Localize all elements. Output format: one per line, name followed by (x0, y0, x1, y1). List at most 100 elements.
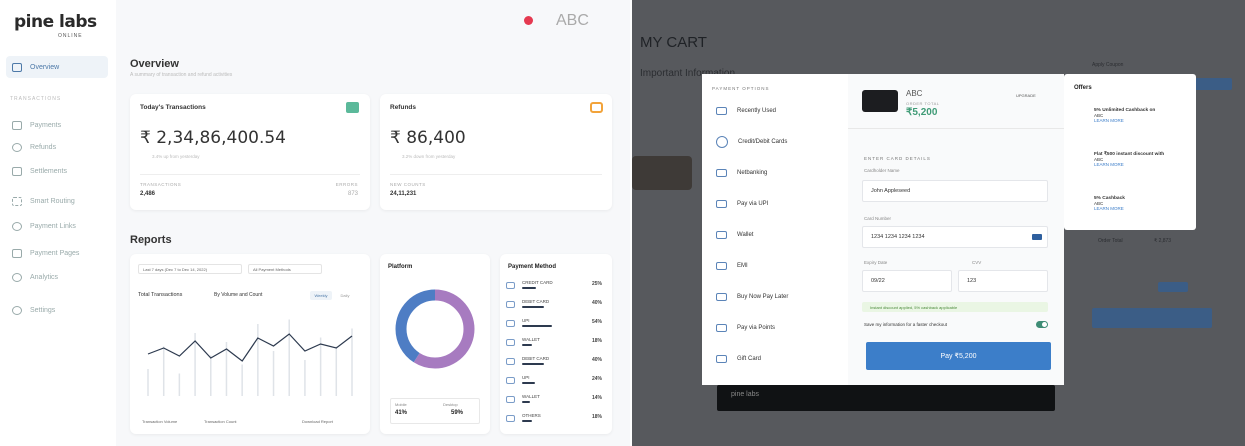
weekly-toggle[interactable]: Weekly (310, 291, 332, 300)
payment-option-item[interactable]: Recently Used (702, 96, 848, 126)
payment-method-percent: 25% (591, 281, 602, 287)
transactions-icon (346, 102, 359, 113)
sidebar-item-payment-links[interactable]: Payment Links (6, 215, 108, 237)
expiry-label: Expiry Date (864, 260, 888, 265)
payment-method-row: DEBIT CARD 40% (506, 299, 602, 315)
offer-learn-more-link[interactable]: LEARN MORE (1094, 118, 1124, 123)
payment-option-item[interactable]: EMI (702, 251, 848, 281)
payment-method-name: UPI (522, 375, 530, 380)
payment-method-row: CREDIT CARD 25% (506, 280, 602, 296)
payment-method-bar (522, 306, 545, 308)
payment-option-item[interactable]: Credit/Debit Cards (702, 127, 848, 157)
order-total-label: ORDER TOTAL (906, 101, 940, 106)
brand-tagline: ONLINE (58, 33, 83, 39)
clock-icon (716, 107, 727, 115)
cart-title: MY CART (640, 34, 707, 51)
payment-method-bar (522, 382, 536, 384)
divider (848, 128, 1064, 129)
today-note: 3.4% up from yesterday (152, 154, 200, 159)
refresh-icon (12, 142, 22, 152)
cvv-label: CVV (972, 260, 982, 265)
sidebar-item-refunds[interactable]: Refunds (6, 136, 108, 158)
gift-icon (716, 355, 727, 363)
payment-option-item[interactable]: Netbanking (702, 158, 848, 188)
payment-method-bar (522, 287, 536, 289)
date-range-select[interactable]: Last 7 days (Dec 7 to Dec 14, 2022) (138, 264, 242, 274)
offer-learn-more-link[interactable]: LEARN MORE (1094, 206, 1124, 211)
payment-option-item[interactable]: Wallet (702, 220, 848, 250)
card-number-input[interactable]: 1234 1234 1234 1234 (862, 226, 1048, 248)
sidebar-item-settlements[interactable]: Settlements (6, 160, 108, 182)
card-title: Refunds (390, 104, 416, 111)
payment-option-item[interactable]: Pay via UPI (702, 189, 848, 219)
transactions-chart-card: Last 7 days (Dec 7 to Dec 14, 2022) All … (130, 254, 370, 434)
upgrade-badge[interactable]: UPGRADE (1016, 93, 1036, 98)
sidebar-item-smart-routing[interactable]: Smart Routing (6, 190, 108, 212)
bg-apply-coupon: Apply Coupon (1092, 62, 1124, 68)
offer-applied-note: Instant discount applied, 5% cashback ap… (862, 302, 1048, 312)
sidebar-item-label: Payment Links (30, 222, 76, 230)
payment-method-name: DEBIT CARD (522, 356, 550, 361)
metric-select[interactable]: By Volume and Count (214, 292, 262, 298)
payment-method-icon (506, 396, 515, 403)
payment-options-panel: PAYMENT OPTIONS Recently Used Credit/Debi… (702, 74, 848, 385)
sidebar-item-payment-pages[interactable]: Payment Pages (6, 242, 108, 264)
offer-learn-more-link[interactable]: LEARN MORE (1094, 162, 1124, 167)
cardholder-name-label: Cardholder Name (864, 168, 900, 173)
payment-option-label: Pay via UPI (737, 201, 769, 207)
pay-button[interactable]: Pay ₹5,200 (866, 342, 1051, 370)
payment-method-bar (522, 401, 530, 403)
payment-option-item[interactable]: Pay via Points (702, 313, 848, 343)
overview-title: Overview (130, 58, 179, 70)
payment-option-item[interactable]: Buy Now Pay Later (702, 282, 848, 312)
payment-option-item[interactable]: Gift Card (702, 344, 848, 374)
notification-icon[interactable] (524, 16, 533, 25)
link-icon (12, 221, 22, 231)
payment-option-label: Recently Used (737, 108, 777, 114)
cardholder-name-input[interactable]: John Appleseed (862, 180, 1048, 202)
bank-icon (716, 169, 727, 177)
order-total-amount: ₹5,200 (906, 107, 938, 118)
platform-label-desktop: Desktop (443, 402, 458, 407)
download-report-link[interactable]: Download Report (302, 419, 333, 424)
sidebar-item-payments[interactable]: Payments (6, 114, 108, 136)
payment-method-row: OTHERS 18% (506, 413, 602, 429)
cvv-input[interactable]: 123 (958, 270, 1048, 292)
payment-options-header: PAYMENT OPTIONS (712, 86, 770, 91)
payment-method-percent: 40% (591, 300, 602, 306)
today-amount: ₹ 2,34,86,400.54 (140, 128, 286, 148)
offer-item: 5% Cashback ABC LEARN MORE (1094, 196, 1125, 211)
footer-brand: pine labs (731, 391, 760, 398)
expiry-input[interactable]: 09/22 (862, 270, 952, 292)
refunds-note: 3.2% down from yesterday (402, 154, 456, 159)
user-name[interactable]: ABC (556, 12, 589, 30)
legend-count: Transaction Count (204, 419, 237, 424)
payment-option-label: Buy Now Pay Later (737, 294, 789, 300)
refund-icon (590, 102, 603, 113)
today-label-2: ERRORS (335, 182, 358, 187)
payment-method-select[interactable]: All Payment Methods (248, 264, 322, 274)
sidebar-item-settings[interactable]: Settings (6, 299, 108, 321)
sidebar-item-label: Analytics (30, 273, 59, 281)
reports-title: Reports (130, 234, 172, 246)
payment-method-row: UPI 24% (506, 375, 602, 391)
platform-label-mobile: Mobile (395, 402, 407, 407)
merchant-product-icon (862, 90, 898, 112)
payment-method-icon (506, 320, 515, 327)
payment-method-icon (506, 301, 515, 308)
dashboard-panel: pine labs ONLINE Overview TRANSACTIONS P… (0, 0, 630, 446)
bg-place-order-button (1092, 308, 1212, 328)
daily-toggle[interactable]: Daily (334, 291, 356, 300)
emi-icon (716, 262, 727, 270)
sidebar-item-analytics[interactable]: Analytics (6, 266, 108, 288)
card-number-label: Card Number (864, 216, 892, 221)
payment-method-bar (522, 420, 533, 422)
payment-method-name: DEBIT CARD (522, 299, 550, 304)
save-info-toggle[interactable] (1036, 321, 1048, 328)
payment-option-label: Credit/Debit Cards (738, 139, 788, 145)
payment-method-icon (506, 339, 515, 346)
sidebar-item-overview[interactable]: Overview (6, 56, 108, 78)
brand-logo: pine labs (14, 12, 97, 32)
payment-method-percent: 40% (591, 357, 602, 363)
route-icon (12, 196, 22, 206)
